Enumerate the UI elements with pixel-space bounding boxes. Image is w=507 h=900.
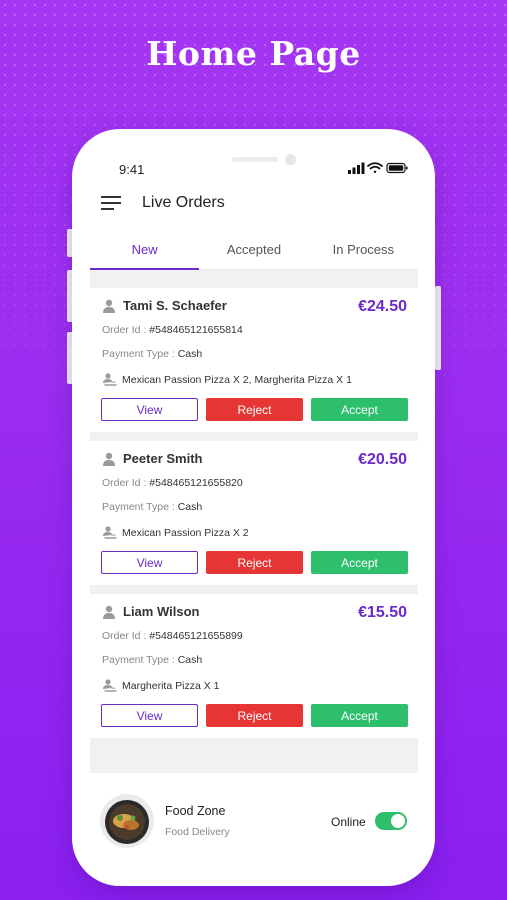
order-id-row: Order Id : #548465121655820 (102, 477, 243, 489)
notch-camera (285, 154, 296, 165)
online-label: Online (331, 815, 366, 829)
reject-button[interactable]: Reject (206, 551, 303, 574)
order-actions: View Reject Accept (101, 704, 408, 727)
order-items: Margherita Pizza X 1 (102, 678, 219, 694)
person-icon (103, 299, 115, 313)
payment-label: Payment Type : (102, 501, 175, 513)
order-price: €24.50 (358, 298, 407, 315)
order-card: Tami S. Schaefer €24.50 Order Id : #5484… (90, 288, 418, 432)
payment-row: Payment Type : Cash (102, 348, 202, 360)
order-price: €15.50 (358, 604, 407, 621)
tab-new[interactable]: New (90, 234, 200, 270)
status-icons (348, 162, 408, 174)
page-title: Live Orders (142, 194, 225, 211)
online-toggle[interactable] (375, 812, 407, 830)
reject-button[interactable]: Reject (206, 704, 303, 727)
order-card: Liam Wilson €15.50 Order Id : #548465121… (90, 594, 418, 738)
tab-in-process[interactable]: In Process (309, 234, 418, 269)
battery-icon (386, 162, 408, 174)
order-id-label: Order Id : (102, 630, 147, 642)
customer: Peeter Smith (102, 451, 202, 466)
signal-icon (348, 162, 365, 174)
food-plate-image (100, 794, 154, 848)
customer: Tami S. Schaefer (102, 298, 227, 313)
status-time: 9:41 (119, 162, 145, 177)
items-text: Margherita Pizza X 1 (122, 680, 220, 692)
store-footer: Food Zone Food Delivery Online (72, 774, 435, 886)
order-card: Peeter Smith €20.50 Order Id : #54846512… (90, 441, 418, 585)
order-id-row: Order Id : #548465121655899 (102, 630, 243, 642)
store-type: Food Delivery (165, 826, 230, 838)
food-serving-icon (103, 526, 117, 539)
items-text: Mexican Passion Pizza X 2, Margherita Pi… (122, 374, 352, 386)
notch-speaker (232, 157, 278, 162)
order-items: Mexican Passion Pizza X 2 (102, 525, 249, 541)
view-button[interactable]: View (101, 398, 198, 421)
order-tabs: New Accepted In Process (90, 234, 418, 270)
payment-label: Payment Type : (102, 654, 175, 666)
view-button[interactable]: View (101, 704, 198, 727)
order-actions: View Reject Accept (101, 398, 408, 421)
customer-name: Liam Wilson (123, 604, 200, 619)
accept-button[interactable]: Accept (311, 398, 408, 421)
order-price: €20.50 (358, 451, 407, 468)
food-serving-icon (103, 373, 117, 386)
order-list: Tami S. Schaefer €24.50 Order Id : #5484… (90, 270, 418, 773)
accept-button[interactable]: Accept (311, 704, 408, 727)
order-id: #548465121655899 (149, 630, 243, 642)
tab-accepted[interactable]: Accepted (199, 234, 308, 269)
store-name: Food Zone (165, 804, 226, 818)
payment-type: Cash (177, 654, 203, 666)
payment-type: Cash (177, 348, 203, 360)
items-text: Mexican Passion Pizza X 2 (122, 527, 249, 539)
order-id-label: Order Id : (102, 324, 147, 336)
food-serving-icon (103, 679, 117, 692)
order-actions: View Reject Accept (101, 551, 408, 574)
payment-type: Cash (177, 501, 203, 513)
wifi-icon (367, 162, 383, 173)
person-icon (103, 452, 115, 466)
phone-frame: 9:41 Live Orders New Accepted In Process (72, 129, 435, 886)
order-id-label: Order Id : (102, 477, 147, 489)
payment-row: Payment Type : Cash (102, 501, 202, 513)
customer-name: Peeter Smith (123, 451, 203, 466)
accept-button[interactable]: Accept (311, 551, 408, 574)
phone-side-button (435, 286, 441, 370)
person-icon (103, 605, 115, 619)
order-id-row: Order Id : #548465121655814 (102, 324, 243, 336)
customer-name: Tami S. Schaefer (123, 298, 227, 313)
customer: Liam Wilson (102, 604, 199, 619)
order-items: Mexican Passion Pizza X 2, Margherita Pi… (102, 372, 352, 388)
hamburger-icon[interactable] (101, 196, 121, 210)
payment-label: Payment Type : (102, 348, 175, 360)
reject-button[interactable]: Reject (206, 398, 303, 421)
order-id: #548465121655820 (149, 477, 243, 489)
store-avatar (100, 794, 154, 848)
payment-row: Payment Type : Cash (102, 654, 202, 666)
page-headline: Home Page (146, 34, 361, 73)
order-id: #548465121655814 (149, 324, 243, 336)
view-button[interactable]: View (101, 551, 198, 574)
